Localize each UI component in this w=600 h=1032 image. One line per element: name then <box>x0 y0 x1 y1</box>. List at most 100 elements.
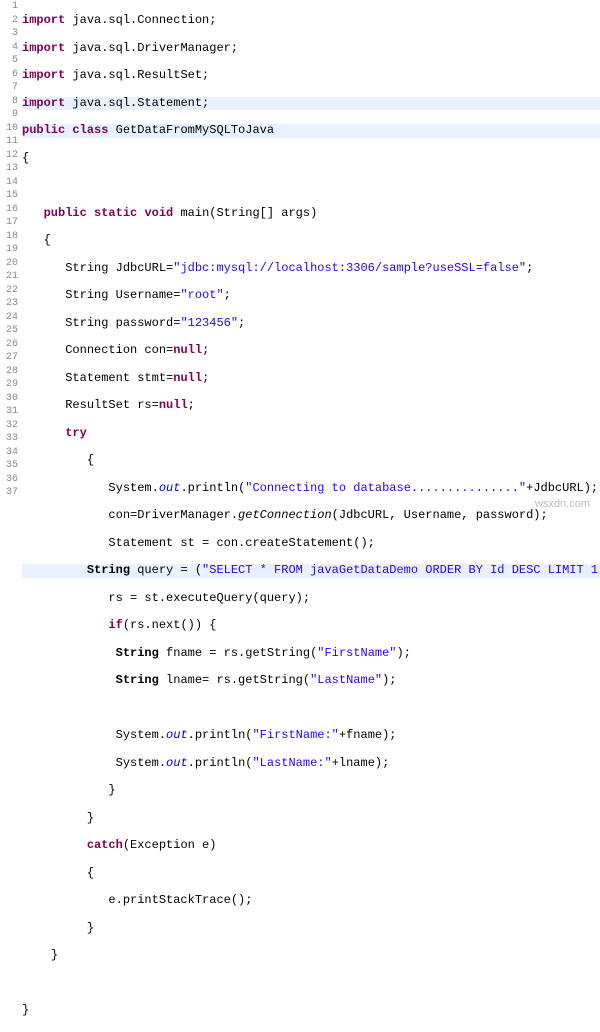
keyword-import: import <box>22 96 65 110</box>
field-out: out <box>159 481 181 495</box>
cond: (rs.next()) { <box>123 618 217 632</box>
println: .println( <box>188 728 253 742</box>
code-line: String password="123456"; <box>22 317 600 331</box>
code-line: import java.sql.Connection; <box>22 14 600 28</box>
code-line <box>22 702 600 716</box>
keyword-import: import <box>22 13 65 27</box>
brace: } <box>108 783 115 797</box>
semi: ; <box>238 316 245 330</box>
args: (JdbcURL, Username, password); <box>332 508 548 522</box>
line-number: 29 <box>0 378 18 392</box>
line-number: 15 <box>0 189 18 203</box>
brace: } <box>22 1003 29 1017</box>
code-line <box>22 977 600 991</box>
code-line: ResultSet rs=null; <box>22 399 600 413</box>
code-line: String fname = rs.getString("FirstName")… <box>22 647 600 661</box>
line-number: 34 <box>0 446 18 460</box>
code-line-highlighted: String query = ("SELECT * FROM javaGetDa… <box>22 564 600 578</box>
keyword-catch: catch <box>87 838 123 852</box>
keyword-if: if <box>108 618 122 632</box>
line-number: 13 <box>0 162 18 176</box>
code-line: import java.sql.Statement; <box>22 97 600 111</box>
keyword-static: static <box>94 206 137 220</box>
string-literal: "LastName:" <box>252 756 331 770</box>
code-line: import java.sql.DriverManager; <box>22 42 600 56</box>
line-number: 32 <box>0 419 18 433</box>
type-string: String <box>116 673 159 687</box>
var-decl: String Username= <box>65 288 180 302</box>
sysout: System. <box>108 481 158 495</box>
line-number: 27 <box>0 351 18 365</box>
keyword-public: public <box>44 206 87 220</box>
string-literal: "jdbc:mysql://localhost:3306/sample?useS… <box>173 261 526 275</box>
method-sig: main(String[] args) <box>173 206 317 220</box>
var-decl: String password= <box>65 316 180 330</box>
code-line: try <box>22 427 600 441</box>
brace: } <box>87 811 94 825</box>
var-decl: Statement stmt= <box>65 371 173 385</box>
code-line: String lname= rs.getString("LastName"); <box>22 674 600 688</box>
line-number: 9 <box>0 108 18 122</box>
sysout: System. <box>116 728 166 742</box>
code-line: String Username="root"; <box>22 289 600 303</box>
var-decl: String JdbcURL= <box>65 261 173 275</box>
class-name: GetDataFromMySQLToJava <box>108 123 274 137</box>
method-call: getConnection <box>238 508 332 522</box>
line-number: 10 <box>0 122 18 136</box>
import-text: java.sql.DriverManager; <box>65 41 238 55</box>
keyword-import: import <box>22 41 65 55</box>
code-line: } <box>22 1004 600 1018</box>
line-number: 1 <box>0 0 18 14</box>
keyword-null: null <box>173 343 202 357</box>
code-line: catch(Exception e) <box>22 839 600 853</box>
code-line: System.out.println("Connecting to databa… <box>22 482 600 496</box>
line-number: 14 <box>0 176 18 190</box>
line-number: 2 <box>0 14 18 28</box>
close: ); <box>397 646 411 660</box>
brace: { <box>44 233 51 247</box>
brace: } <box>51 948 58 962</box>
line-number: 12 <box>0 149 18 163</box>
keyword-void: void <box>144 206 173 220</box>
brace: { <box>87 453 94 467</box>
code-content[interactable]: import java.sql.Connection; import java.… <box>22 0 600 516</box>
keyword-null: null <box>159 398 188 412</box>
line-number: 17 <box>0 216 18 230</box>
brace: } <box>87 921 94 935</box>
code-line: { <box>22 867 600 881</box>
var-decl: query = ( <box>130 563 202 577</box>
keyword-public: public <box>22 123 65 137</box>
line-number: 7 <box>0 81 18 95</box>
code-line: System.out.println("LastName:"+lname); <box>22 757 600 771</box>
line-number: 5 <box>0 54 18 68</box>
code-line: { <box>22 234 600 248</box>
line-number: 26 <box>0 338 18 352</box>
code-line: } <box>22 784 600 798</box>
stmt: rs = st.executeQuery(query); <box>108 591 310 605</box>
semi: ; <box>526 261 533 275</box>
code-line: } <box>22 949 600 963</box>
string-literal: "root" <box>180 288 223 302</box>
println: .println( <box>180 481 245 495</box>
string-literal: "SELECT * FROM javaGetDataDemo ORDER BY … <box>202 563 600 577</box>
watermark: wsxdn.com <box>535 498 590 510</box>
import-text: java.sql.ResultSet; <box>65 68 209 82</box>
code-line: import java.sql.ResultSet; <box>22 69 600 83</box>
code-line: public class GetDataFromMySQLToJava <box>22 124 600 138</box>
line-number: 23 <box>0 297 18 311</box>
string-literal: "FirstName:" <box>252 728 338 742</box>
close: ); <box>382 673 396 687</box>
line-number: 8 <box>0 95 18 109</box>
line-number: 25 <box>0 324 18 338</box>
code-line <box>22 179 600 193</box>
brace: { <box>87 866 94 880</box>
field-out: out <box>166 756 188 770</box>
semi: ; <box>188 398 195 412</box>
code-line: { <box>22 454 600 468</box>
line-number: 31 <box>0 405 18 419</box>
line-number: 18 <box>0 230 18 244</box>
code-line: Connection con=null; <box>22 344 600 358</box>
code-editor: 1 2 3 4 5 6 7 8 9 10 11 12 13 14 15 16 1… <box>0 0 600 516</box>
keyword-null: null <box>173 371 202 385</box>
code-line: Statement st = con.createStatement(); <box>22 537 600 551</box>
